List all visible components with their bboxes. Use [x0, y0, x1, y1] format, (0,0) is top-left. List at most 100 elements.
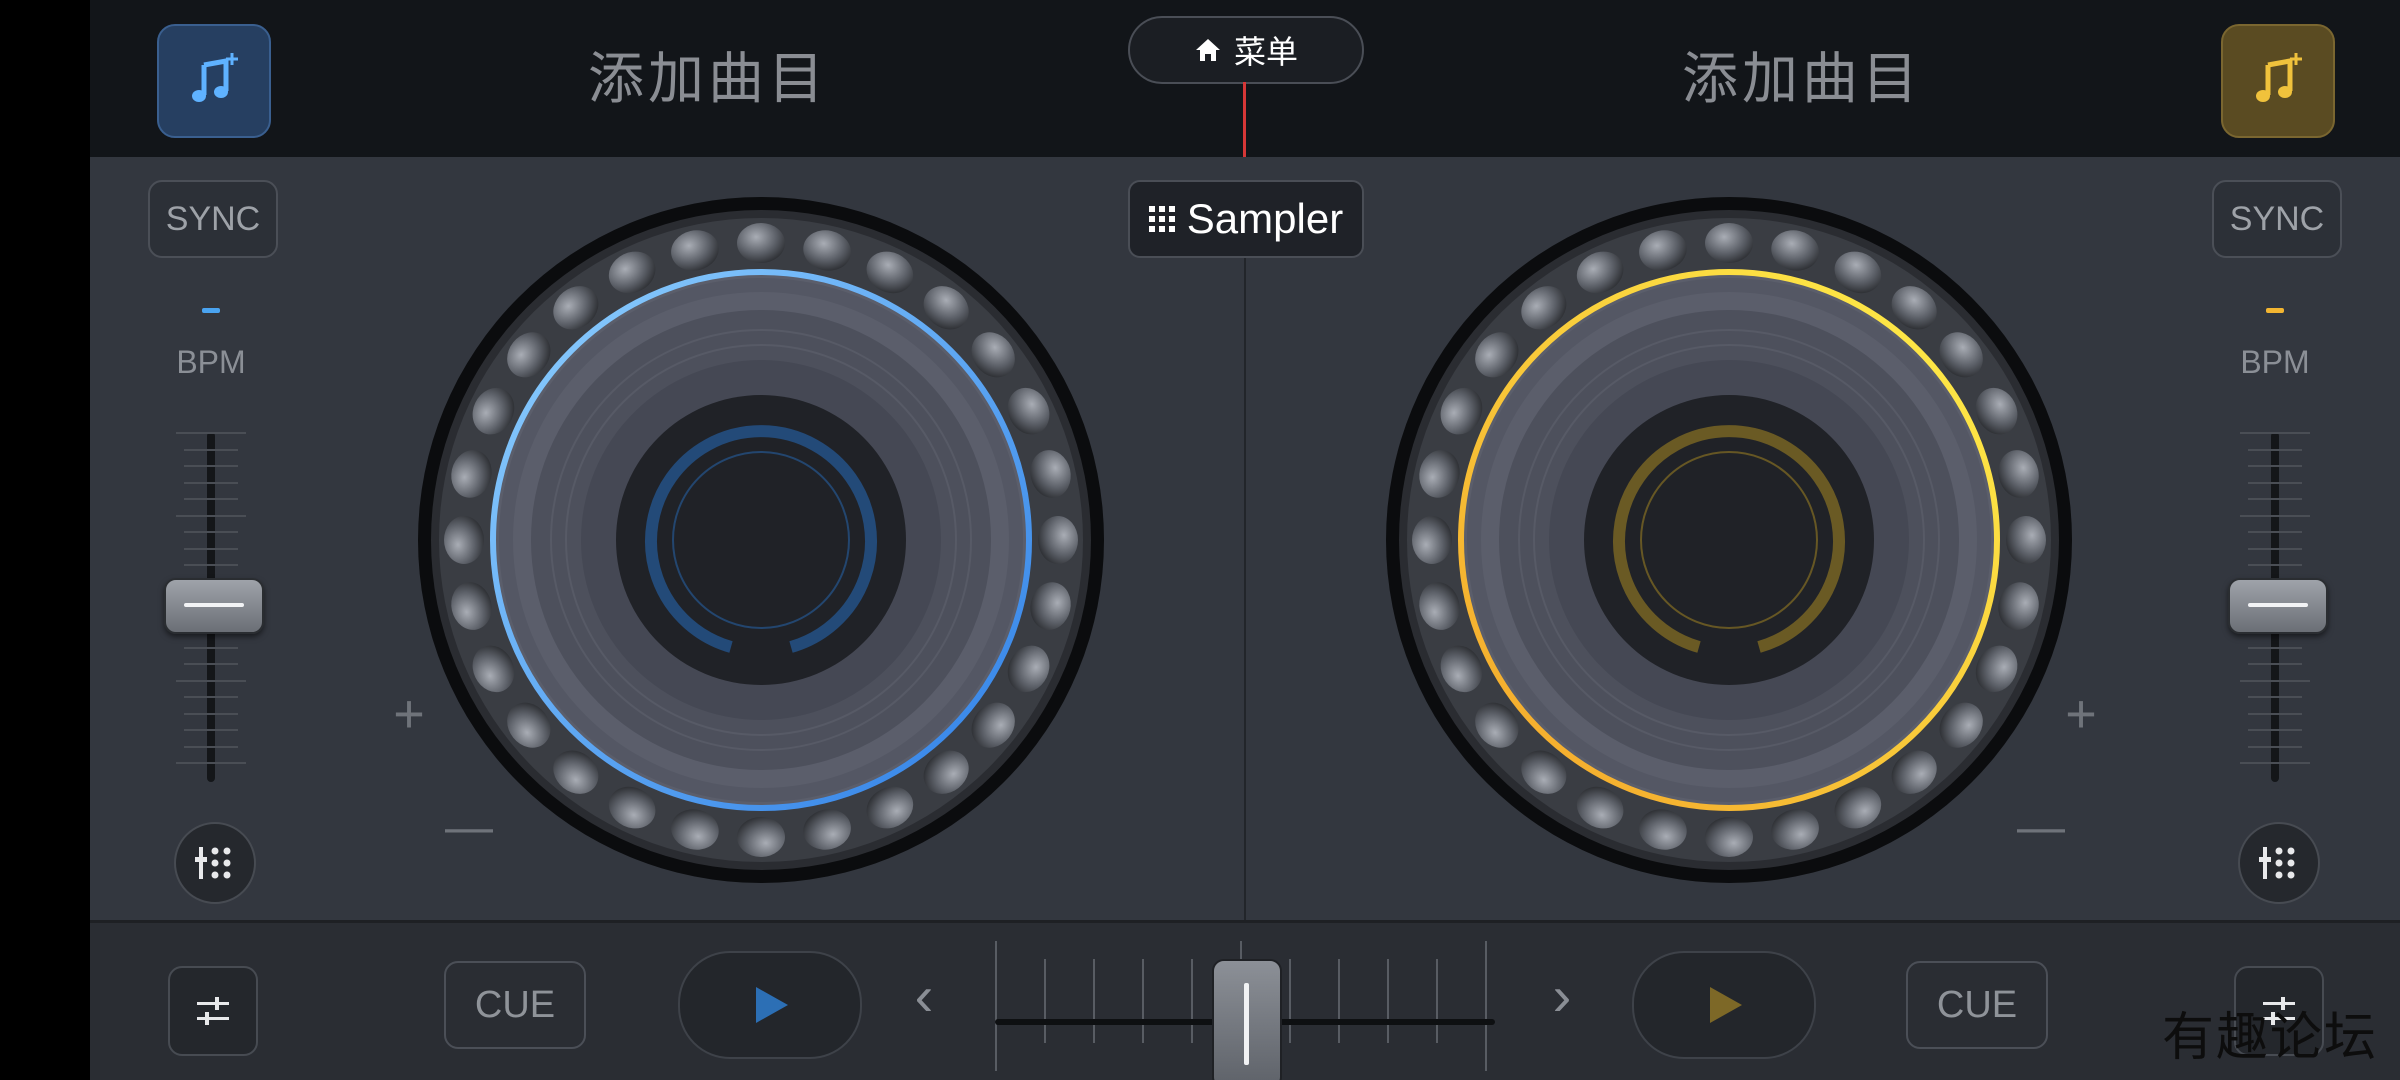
right-sync-button[interactable]: SYNC	[2212, 180, 2342, 258]
right-add-track-button[interactable]	[2221, 24, 2335, 138]
crossfader-tick	[1485, 941, 1487, 1071]
crossfader-tick	[1093, 959, 1095, 1043]
pitch-fader-tick	[2248, 465, 2302, 467]
pitch-fader-tick	[2248, 531, 2302, 533]
pitch-fader-tick	[2248, 564, 2302, 566]
crossfader-left-arrow[interactable]: ‹	[904, 963, 944, 1028]
deck-divider	[1244, 240, 1246, 920]
pitch-fader-tick	[184, 465, 238, 467]
left-jog-wheel[interactable]	[416, 195, 1106, 885]
crossfader-tick	[1191, 959, 1193, 1043]
pitch-fader-handle[interactable]	[164, 578, 264, 634]
left-bpm-value	[202, 308, 220, 313]
pitch-fader-tick	[184, 745, 238, 748]
crossfader-tick	[1289, 959, 1291, 1043]
pitch-fader-tick	[184, 729, 238, 731]
center-marker-line	[1243, 82, 1246, 157]
crossfader-tick	[1338, 959, 1340, 1043]
pitch-fader-tick	[184, 564, 238, 566]
jog-dimple	[1038, 516, 1078, 564]
pitch-fader-tick	[2248, 729, 2302, 731]
jog-dimple	[1705, 817, 1753, 857]
pitch-fader-tick	[2248, 696, 2302, 698]
play-icon	[756, 987, 788, 1023]
pitch-fader-tick	[2248, 547, 2302, 550]
pitch-fader-tick	[2240, 514, 2310, 517]
jog-dimple	[444, 516, 484, 564]
crossfader[interactable]	[995, 941, 1495, 1080]
pitch-fader-tick	[2248, 481, 2302, 484]
dj-app: 添加曲目 菜单 添加曲目 Sampler SYNC BPM + — SYNC B…	[90, 0, 2400, 1080]
pitch-fader-tick	[2248, 498, 2302, 500]
home-icon	[1195, 39, 1220, 61]
jog-dimple	[1705, 223, 1753, 263]
right-pitch-minus[interactable]: —	[2016, 800, 2066, 855]
jog-dimple	[2006, 516, 2046, 564]
pitch-fader-tick	[2248, 448, 2302, 451]
pitch-fader-tick	[2240, 679, 2310, 682]
right-jog-wheel[interactable]	[1384, 195, 2074, 885]
equalizer-icon	[2259, 847, 2295, 879]
pitch-fader-tick	[184, 481, 238, 484]
right-add-track-title[interactable]: 添加曲目	[1682, 40, 1922, 120]
pitch-fader-tick	[2240, 762, 2310, 764]
pitch-fader-tick	[2248, 663, 2302, 665]
crossfader-tick	[995, 941, 997, 1071]
left-add-track-button[interactable]	[157, 24, 271, 138]
transport-bar: CUE ‹ › CUE	[90, 920, 2400, 1080]
equalizer-icon	[195, 847, 231, 879]
left-bpm-label: BPM	[176, 344, 246, 380]
right-cue-button[interactable]: CUE	[1906, 961, 2048, 1049]
pitch-fader-tick	[184, 712, 238, 715]
left-pitch-fader[interactable]	[164, 432, 264, 782]
sliders-icon	[197, 997, 229, 1025]
menu-label: 菜单	[1233, 33, 1298, 71]
left-fx-button[interactable]	[168, 966, 258, 1056]
crossfader-right-arrow[interactable]: ›	[1542, 963, 1582, 1028]
sampler-button[interactable]: Sampler	[1128, 180, 1364, 258]
jog-dimple	[737, 817, 785, 857]
grid-icon	[1148, 206, 1175, 232]
pitch-fader-handle[interactable]	[2228, 578, 2328, 634]
sampler-label: Sampler	[1186, 195, 1344, 242]
music-note-plus-icon	[192, 53, 238, 102]
left-play-button[interactable]	[678, 951, 862, 1059]
pitch-fader-tick	[176, 679, 246, 682]
crossfader-tick	[1044, 959, 1046, 1043]
right-bpm-value	[2266, 308, 2284, 313]
left-add-track-title[interactable]: 添加曲目	[588, 40, 828, 120]
menu-button[interactable]: 菜单	[1128, 16, 1364, 84]
jog-dimple	[1412, 516, 1452, 564]
jog-dimple	[737, 223, 785, 263]
pitch-fader-tick	[176, 432, 246, 434]
play-icon	[1710, 987, 1742, 1023]
right-pitch-fader[interactable]	[2228, 432, 2328, 782]
pitch-fader-tick	[184, 547, 238, 550]
crossfader-tick	[1387, 959, 1389, 1043]
crossfader-knob[interactable]	[1212, 959, 1282, 1080]
pitch-fader-tick	[184, 498, 238, 500]
pitch-fader-tick	[2248, 646, 2302, 649]
right-bpm-label: BPM	[2240, 344, 2310, 380]
pitch-fader-tick	[184, 696, 238, 698]
right-play-button[interactable]	[1632, 951, 1816, 1059]
pitch-fader-tick	[184, 663, 238, 665]
pitch-fader-tick	[184, 531, 238, 533]
pitch-fader-tick	[2248, 712, 2302, 715]
pitch-fader-tick	[184, 448, 238, 451]
music-note-plus-icon	[2256, 53, 2302, 102]
left-eq-button[interactable]	[174, 822, 256, 904]
right-eq-button[interactable]	[2238, 822, 2320, 904]
left-sync-button[interactable]: SYNC	[148, 180, 278, 258]
pitch-fader-tick	[2240, 432, 2310, 434]
pitch-fader-tick	[176, 514, 246, 517]
watermark: 有趣论坛	[2161, 1008, 2378, 1068]
right-pitch-plus[interactable]: +	[2056, 683, 2106, 745]
header-bar: 添加曲目 菜单 添加曲目	[90, 0, 2400, 157]
left-cue-button[interactable]: CUE	[444, 961, 586, 1049]
pitch-fader-tick	[176, 762, 246, 764]
pitch-fader-tick	[2248, 745, 2302, 748]
crossfader-tick	[1436, 959, 1438, 1043]
crossfader-tick	[1142, 959, 1144, 1043]
pitch-fader-tick	[184, 646, 238, 649]
